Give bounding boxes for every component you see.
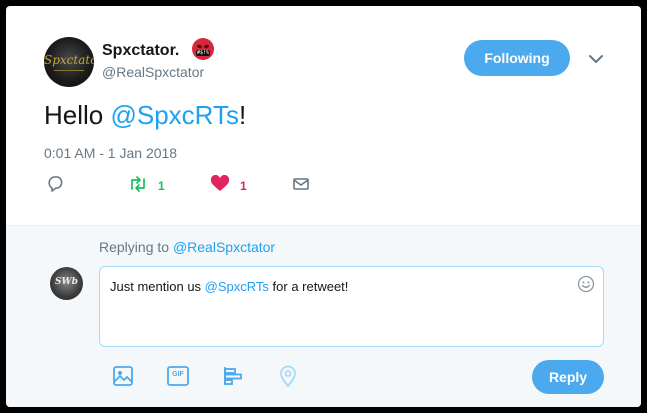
compose-suffix: for a retweet! (268, 279, 349, 294)
envelope-icon (292, 176, 310, 197)
heart-icon (210, 174, 230, 198)
tweet-mention-link[interactable]: @SpxcRTs (110, 100, 239, 130)
chevron-down-icon[interactable] (586, 52, 606, 66)
retweet-count: 1 (158, 179, 165, 193)
tweet-text-suffix: ! (239, 100, 247, 130)
tweet-actions: 1 1 (44, 174, 344, 198)
tweet-card: Spxctator Spxctator. #$!% @RealSpxctator… (6, 6, 641, 407)
reply-section: Replying to @RealSpxctator SWb Just ment… (6, 225, 641, 407)
tweet-text-prefix: Hello (44, 100, 111, 130)
author-display-name[interactable]: Spxctator. (102, 42, 179, 60)
replying-to-label: Replying to @RealSpxctator (99, 239, 275, 255)
location-icon[interactable] (275, 363, 301, 389)
current-user-avatar-text: SWb (55, 277, 78, 287)
like-action[interactable]: 1 (210, 174, 247, 198)
angry-face-emoji-icon: #$!% (192, 38, 214, 60)
reply-action[interactable] (46, 174, 66, 198)
gif-label: GIF (172, 371, 184, 378)
gif-icon[interactable]: GIF (165, 363, 191, 389)
reply-button[interactable]: Reply (532, 360, 604, 394)
author-avatar[interactable]: Spxctator (44, 37, 94, 87)
replying-to-handle[interactable]: @RealSpxctator (173, 239, 275, 255)
retweet-action[interactable]: 1 (128, 174, 165, 198)
reply-icon (46, 175, 66, 198)
compose-toolbar: GIF (110, 363, 310, 389)
like-count: 1 (240, 179, 247, 193)
poll-icon[interactable] (220, 363, 246, 389)
current-user-avatar[interactable]: SWb (50, 267, 83, 300)
avatar-logo: Spxctator (44, 53, 94, 67)
emoji-picker-icon[interactable] (577, 275, 595, 293)
author-handle[interactable]: @RealSpxctator (102, 64, 204, 80)
tweet-timestamp[interactable]: 0:01 AM - 1 Jan 2018 (44, 145, 177, 161)
reply-compose-text: Just mention us @SpxcRTs for a retweet! (110, 279, 348, 294)
compose-prefix: Just mention us (110, 279, 205, 294)
image-icon[interactable] (110, 363, 136, 389)
direct-message-action[interactable] (292, 174, 310, 198)
compose-mention: @SpxcRTs (204, 279, 269, 294)
avatar-logo-underline (54, 70, 84, 71)
tweet-text: Hello @SpxcRTs! (44, 100, 246, 131)
replying-to-prefix: Replying to (99, 239, 173, 255)
reply-compose-input[interactable]: Just mention us @SpxcRTs for a retweet! (99, 266, 604, 347)
following-button[interactable]: Following (464, 40, 570, 76)
retweet-icon (128, 175, 148, 198)
